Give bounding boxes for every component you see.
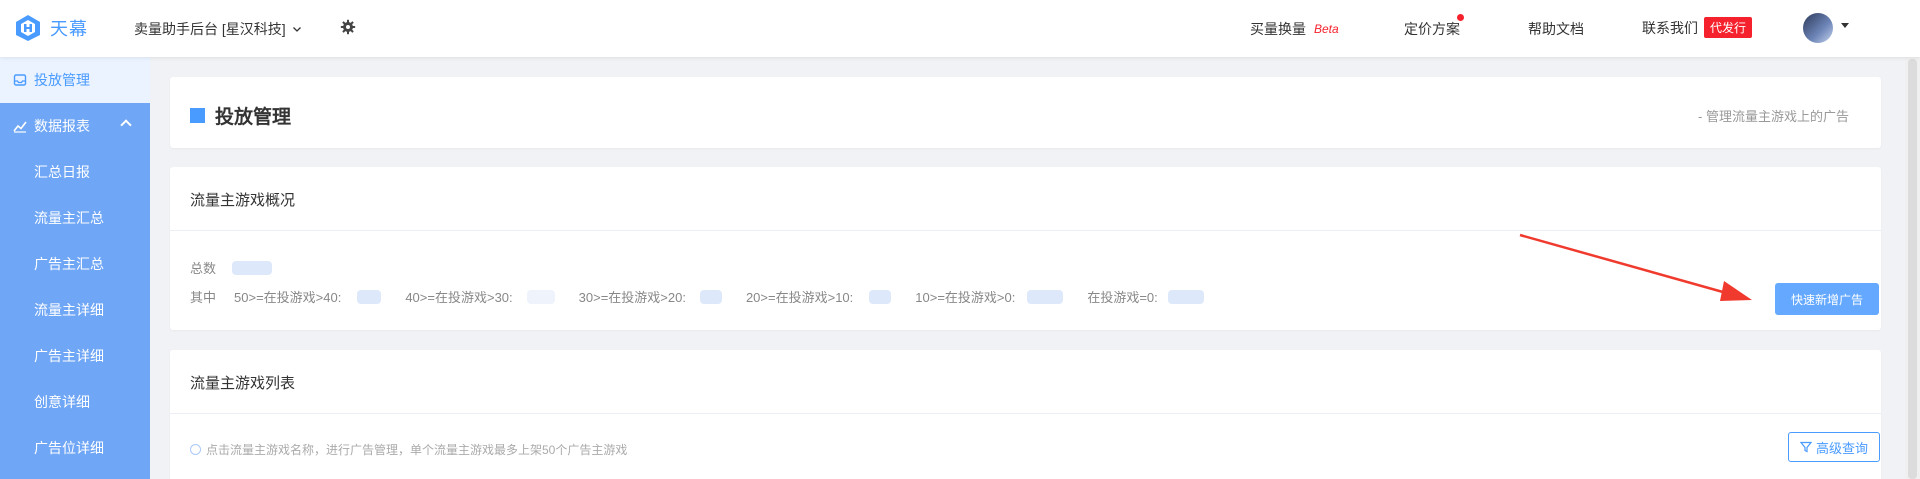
advanced-search-label: 高级查询 [1815, 440, 1868, 456]
list-title: 流量主游戏列表 [190, 375, 296, 392]
sidebar-item-label: 流量主详细 [34, 302, 104, 318]
bucket-label: 20>=在投游戏>10: [745, 290, 854, 305]
scrollbar-thumb[interactable] [1908, 59, 1917, 479]
sidebar-item-label: 广告位详细 [34, 440, 104, 456]
bucket-value-redacted [869, 289, 892, 304]
bucket-label: 10>=在投游戏>0: [915, 290, 1016, 305]
list-hint: 点击流量主游戏名称，进行广告管理，单个流量主游戏最多上架50个广告主游戏 [190, 441, 627, 458]
page-title-text: 投放管理 [215, 107, 292, 128]
nav-pricing[interactable]: 定价方案 [1404, 19, 1460, 39]
bucket-label: 40>=在投游戏>30: [405, 290, 513, 305]
vertical-scrollbar[interactable] [1905, 57, 1920, 479]
sidebar-item-label: 投放管理 [34, 72, 90, 88]
logo-icon [16, 15, 40, 41]
sidebar-item-daily-summary[interactable]: 汇总日报 [0, 149, 150, 195]
sidebar-item-label: 创意详细 [34, 394, 90, 410]
sidebar-item-publisher-detail[interactable]: 流量主详细 [0, 287, 150, 333]
list-hint-text: 点击流量主游戏名称，进行广告管理，单个流量主游戏最多上架50个广告主游戏 [206, 443, 628, 457]
sidebar-item-label: 广告主汇总 [34, 256, 104, 272]
nav-buy-swap[interactable]: 买量换量 Beta [1250, 19, 1339, 39]
info-icon [190, 444, 201, 455]
sidebar-item-advertiser-detail[interactable]: 广告主详细 [0, 333, 150, 379]
bucket-value-redacted [699, 289, 722, 304]
breakdown-label: 其中 [190, 290, 217, 305]
quick-add-ad-button[interactable]: 快速新增广告 [1775, 283, 1879, 315]
sidebar-item-creative-detail[interactable]: 创意详细 [0, 379, 150, 425]
workspace-switcher[interactable]: 卖量助手后台 [星汉科技] [134, 19, 302, 39]
sidebar-item-label: 数据报表 [34, 118, 90, 134]
chevron-up-icon [120, 119, 132, 131]
bucket-value-redacted [1027, 289, 1064, 304]
sidebar-item-adslot-detail[interactable]: 广告位详细 [0, 425, 150, 471]
divider [170, 230, 1881, 231]
sidebar: 投放管理 数据报表 汇总日报 流量主汇总 广告主汇总 流量主详细 广告主详细 创… [0, 57, 150, 479]
sidebar-item-publisher-summary[interactable]: 流量主汇总 [0, 195, 150, 241]
page-header-card: 投放管理 - 管理流量主游戏上的广告 [170, 77, 1881, 148]
bucket-value-redacted [1167, 289, 1204, 304]
bucket-label: 50>=在投游戏>40: [234, 290, 342, 305]
page-subtitle: - 管理流量主游戏上的广告 [1698, 109, 1849, 124]
gear-icon[interactable] [340, 19, 356, 35]
caret-down-icon[interactable] [1841, 23, 1849, 28]
nav-help-docs-label: 帮助文档 [1528, 21, 1584, 37]
bucket-label: 在投游戏=0: [1087, 290, 1158, 305]
filter-icon [1799, 441, 1812, 453]
logo-text: 天幕 [50, 19, 88, 39]
workspace-label: 卖量助手后台 [星汉科技] [134, 21, 286, 37]
bucket-value-redacted [357, 289, 382, 304]
divider [170, 413, 1881, 414]
top-navigation-bar: 天幕 卖量助手后台 [星汉科技] 买量换量 Beta 定价方案 帮助文档 联系我… [0, 0, 1920, 57]
trend-chart-icon [13, 121, 27, 133]
breakdown-row: 其中 50>=在投游戏>40: 40>=在投游戏>30: 30>=在投游戏>20… [190, 287, 1228, 306]
overview-card: 流量主游戏概况 总数 其中 50>=在投游戏>40: 40>=在投游戏>30: … [170, 167, 1881, 330]
nav-buy-swap-label: 买量换量 [1250, 21, 1306, 37]
sidebar-item-label: 汇总日报 [34, 164, 90, 180]
overview-title: 流量主游戏概况 [190, 192, 296, 209]
total-value-redacted [232, 260, 273, 275]
sidebar-item-data-reports[interactable]: 数据报表 [0, 103, 150, 149]
nav-contact[interactable]: 联系我们 代发行 [1642, 17, 1753, 38]
sidebar-item-label: 流量主汇总 [34, 210, 104, 226]
sidebar-item-ad-management[interactable]: 投放管理 [0, 57, 150, 103]
app-logo[interactable]: 天幕 [14, 14, 88, 42]
nav-contact-label: 联系我们 [1642, 19, 1698, 36]
chevron-down-icon [292, 27, 301, 32]
bucket-value-redacted [526, 289, 555, 304]
sidebar-item-advertiser-summary[interactable]: 广告主汇总 [0, 241, 150, 287]
total-row: 总数 [190, 258, 296, 277]
advanced-search-button[interactable]: 高级查询 [1788, 432, 1880, 462]
nav-pricing-label: 定价方案 [1404, 21, 1460, 37]
contact-badge: 代发行 [1704, 17, 1753, 38]
inbox-icon [13, 74, 27, 86]
user-avatar[interactable] [1803, 13, 1833, 43]
beta-badge: Beta [1314, 22, 1339, 36]
title-marker [190, 108, 205, 123]
game-list-card: 流量主游戏列表 点击流量主游戏名称，进行广告管理，单个流量主游戏最多上架50个广… [170, 350, 1881, 479]
nav-help-docs[interactable]: 帮助文档 [1528, 19, 1584, 39]
total-label: 总数 [190, 261, 217, 276]
notification-dot [1457, 14, 1464, 21]
sidebar-item-label: 广告主详细 [34, 348, 104, 364]
bucket-label: 30>=在投游戏>20: [578, 290, 686, 305]
page-title: 投放管理 [190, 102, 291, 129]
